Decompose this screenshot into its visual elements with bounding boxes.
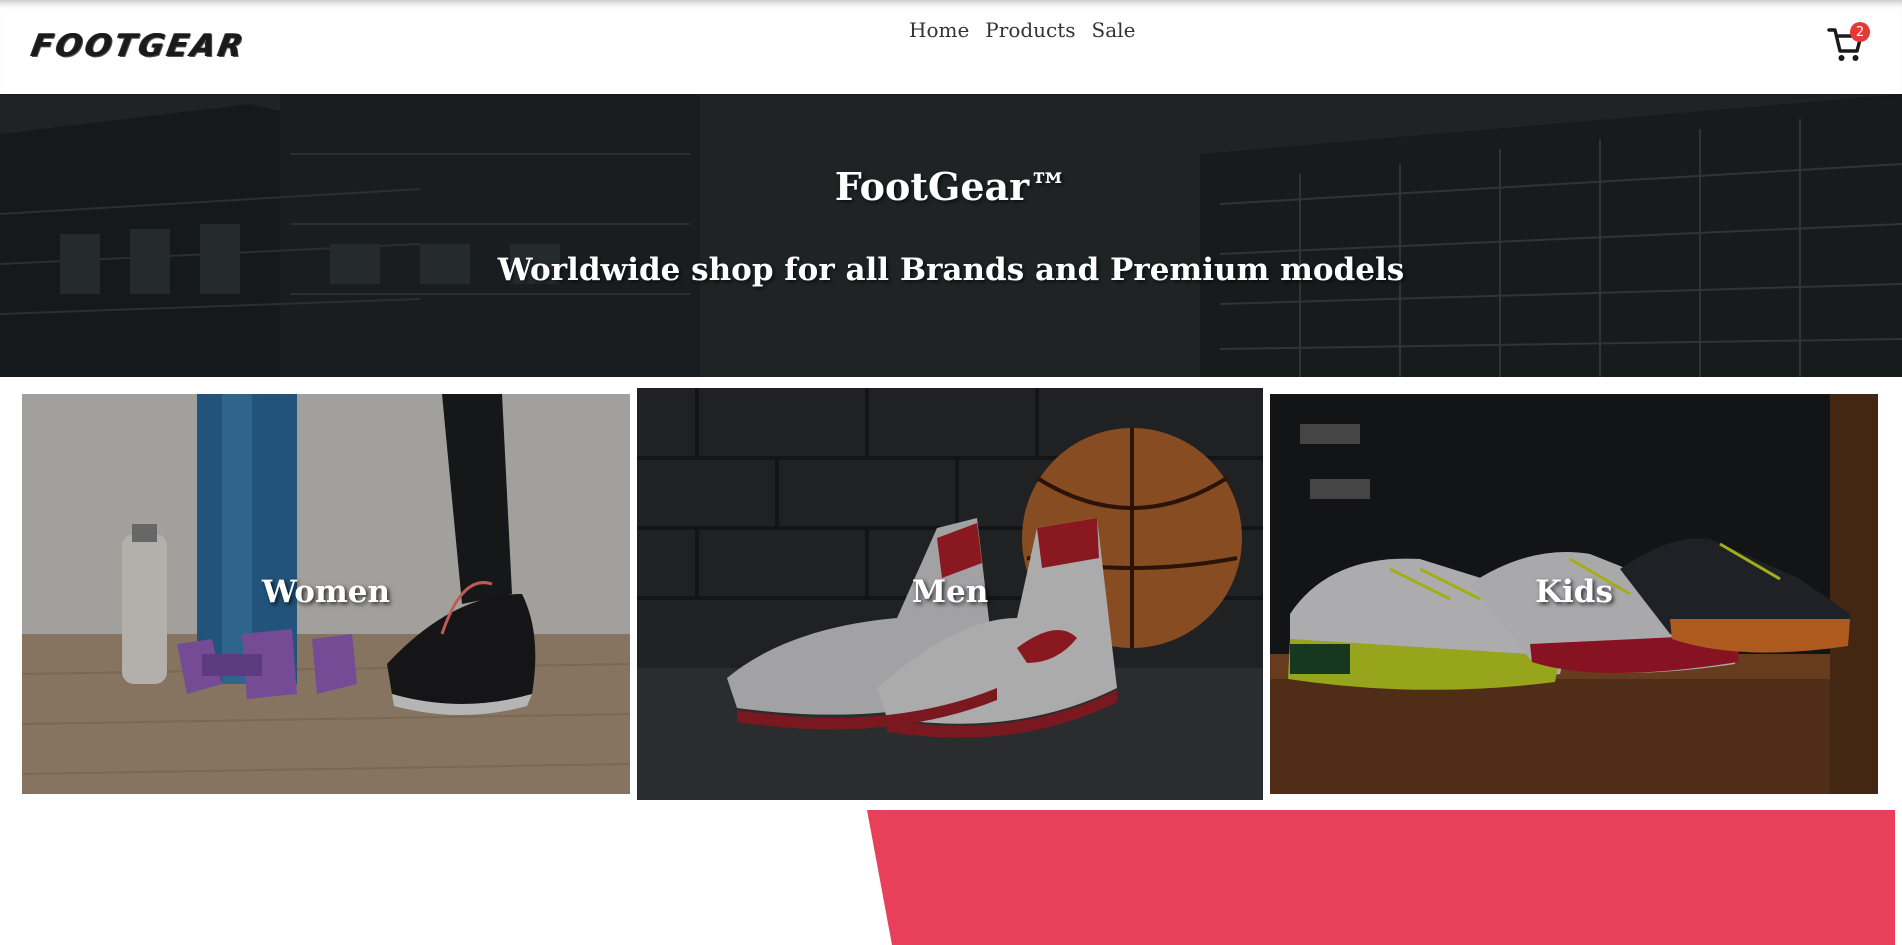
hero-background-image xyxy=(0,94,1902,377)
site-header: FOOTGEAR Home Products Sale 2 xyxy=(0,0,1902,94)
hero-title: FootGear™ xyxy=(834,164,1068,209)
nav-link-sale[interactable]: Sale xyxy=(1092,18,1136,42)
main-nav: Home Products Sale xyxy=(909,18,1135,42)
nav-link-home[interactable]: Home xyxy=(909,18,969,42)
category-label-kids: Kids xyxy=(1535,574,1613,610)
category-card-kids[interactable]: Kids xyxy=(1270,394,1878,794)
nav-link-products[interactable]: Products xyxy=(985,18,1075,42)
site-logo[interactable]: FOOTGEAR xyxy=(29,28,249,64)
cart-count-badge: 2 xyxy=(1850,22,1870,42)
cart-button[interactable]: 2 xyxy=(1827,22,1870,66)
category-label-men: Men xyxy=(911,574,989,610)
category-card-men[interactable]: Men xyxy=(637,388,1263,800)
hero-subtitle: Worldwide shop for all Brands and Premiu… xyxy=(497,252,1405,288)
promo-banner-shape xyxy=(867,810,1895,945)
category-card-women[interactable]: Women xyxy=(22,394,630,794)
category-label-women: Women xyxy=(261,574,391,610)
hero-banner: FootGear™ Worldwide shop for all Brands … xyxy=(0,94,1902,377)
